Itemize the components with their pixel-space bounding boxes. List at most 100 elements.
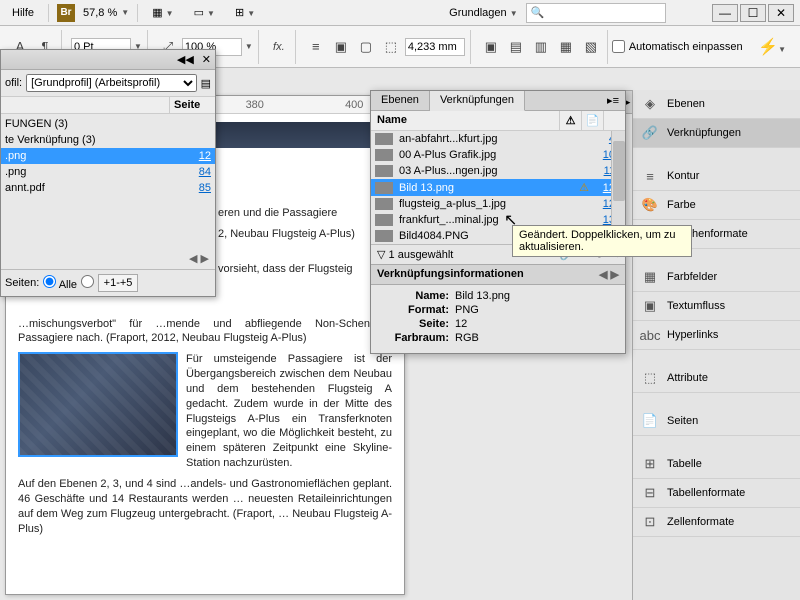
fit-icon-5[interactable]: ▧ bbox=[580, 36, 602, 58]
selected-image-frame[interactable] bbox=[18, 352, 178, 457]
profile-select[interactable]: [Grundprofil] (Arbeitsprofil) bbox=[26, 74, 196, 92]
panel-tabs: Ebenen Verknüpfungen ▸≡ bbox=[371, 91, 625, 111]
gpu-icon[interactable]: ⚡▼ bbox=[758, 37, 796, 57]
panel-label: Zellenformate bbox=[667, 516, 734, 528]
tree-row[interactable]: FUNGEN (3) bbox=[1, 116, 215, 132]
body-text: Auf den Ebenen 2, 3, und 4 sind …andels-… bbox=[18, 477, 392, 536]
sidebar-item[interactable]: abcHyperlinks bbox=[633, 321, 800, 350]
tooltip: Geändert. Doppelklicken, um zu aktualisi… bbox=[512, 225, 692, 257]
sidebar-item[interactable]: ⊞Tabelle bbox=[633, 450, 800, 479]
tree-row[interactable]: .png12 bbox=[1, 148, 215, 164]
panel-label: Tabellenformate bbox=[667, 487, 745, 499]
sidebar-item[interactable]: 📄Seiten bbox=[633, 407, 800, 436]
separator bbox=[48, 4, 49, 22]
chevron-down-icon[interactable]: ▼ bbox=[245, 42, 253, 51]
tab-links[interactable]: Verknüpfungen bbox=[430, 91, 525, 111]
sidebar-item[interactable]: ⊡ Zellenformate bbox=[633, 508, 800, 537]
separator bbox=[137, 4, 138, 22]
tree-row[interactable]: .png84 bbox=[1, 164, 215, 180]
close-icon[interactable]: ✕ bbox=[202, 53, 211, 66]
zoom-level[interactable]: 57,8 % ▼ bbox=[83, 7, 129, 19]
link-row[interactable]: 03 A-Plus...ngen.jpg11 bbox=[371, 163, 625, 179]
tab-layers[interactable]: Ebenen bbox=[371, 91, 430, 110]
help-menu[interactable]: Hilfe bbox=[6, 5, 40, 21]
sidebar-item[interactable]: ◈Ebenen bbox=[633, 90, 800, 119]
minimize-button[interactable]: — bbox=[712, 4, 738, 22]
screen-mode-icon[interactable]: ▭ ▼ bbox=[188, 4, 221, 21]
links-header: Name ⚠ 📄 bbox=[371, 111, 625, 131]
align-icon[interactable]: ≡ bbox=[305, 36, 327, 58]
panel-icon: abc bbox=[641, 327, 659, 343]
link-row[interactable]: 00 A-Plus Grafik.jpg10 bbox=[371, 147, 625, 163]
scroll-arrows[interactable]: ◀ ▶ bbox=[1, 248, 215, 269]
expand-icon[interactable]: ▽ bbox=[377, 248, 385, 261]
sidebar-item[interactable]: ⬚Attribute bbox=[633, 364, 800, 393]
fit-icon-4[interactable]: ▦ bbox=[555, 36, 577, 58]
panel-titlebar[interactable]: ◀◀ ✕ bbox=[1, 50, 215, 70]
zoom-value: 57,8 % bbox=[83, 7, 117, 19]
fit-icon-1[interactable]: ▣ bbox=[480, 36, 502, 58]
page-column[interactable]: 📄 bbox=[581, 111, 603, 130]
nav-arrows[interactable]: ◀ ▶ bbox=[599, 268, 619, 281]
link-info-header[interactable]: Verknüpfungsinformationen ◀ ▶ bbox=[371, 264, 625, 285]
tree-row[interactable]: te Verknüpfung (3) bbox=[1, 132, 215, 148]
thumbnail-icon bbox=[375, 198, 393, 210]
links-panel: Ebenen Verknüpfungen ▸≡ Name ⚠ 📄 an-abfa… bbox=[370, 90, 626, 354]
selection-count: 1 ausgewählt bbox=[389, 249, 454, 261]
range-input[interactable]: +1-+5 bbox=[98, 274, 138, 292]
thumbnail-icon bbox=[375, 133, 393, 145]
link-row[interactable]: Bild 13.png⚠12 bbox=[371, 179, 625, 196]
search-icon: 🔍 bbox=[531, 6, 545, 19]
image-frame[interactable] bbox=[206, 122, 392, 148]
sidebar-item[interactable]: ▦Farbfelder bbox=[633, 263, 800, 292]
scroll-thumb[interactable] bbox=[613, 141, 625, 201]
body-text: …mischungsverbot" für …mende und abflieg… bbox=[18, 317, 392, 347]
panel-icon: ⊡ bbox=[641, 514, 659, 530]
gear-icon[interactable]: ▤ bbox=[201, 77, 211, 90]
arrange-icon[interactable]: ⊞ ▼ bbox=[229, 4, 261, 21]
all-pages-radio[interactable]: Alle bbox=[43, 275, 77, 291]
maximize-button[interactable]: ☐ bbox=[740, 4, 766, 22]
link-row[interactable]: an-abfahrt...kfurt.jpg4 bbox=[371, 131, 625, 147]
panel-label: Farbe bbox=[667, 199, 696, 211]
collapse-icon[interactable]: ◀◀ bbox=[177, 53, 194, 66]
column-headers: Seite bbox=[1, 96, 215, 114]
panel-menu-icon[interactable]: ▸≡ bbox=[601, 91, 625, 110]
tree-row[interactable]: annt.pdf85 bbox=[1, 180, 215, 196]
pages-label: Seiten: bbox=[5, 277, 39, 289]
search-input[interactable]: 🔍 bbox=[526, 3, 666, 23]
wrap2-icon[interactable]: ▢ bbox=[355, 36, 377, 58]
panel-label: Verknüpfungen bbox=[667, 127, 741, 139]
body-text: eren und die Passagiere bbox=[218, 206, 392, 221]
sidebar-item[interactable]: ▣Textumfluss bbox=[633, 292, 800, 321]
close-button[interactable]: ✕ bbox=[768, 4, 794, 22]
panel-icon: 📄 bbox=[641, 413, 659, 429]
panel-footer: Seiten: Alle +1-+5 bbox=[1, 269, 215, 296]
bridge-icon[interactable]: Br bbox=[57, 4, 75, 22]
fx-icon[interactable]: fx. bbox=[268, 36, 290, 58]
profile-label: ofil: bbox=[5, 77, 22, 89]
preflight-panel: ◀◀✕ ofil: [Grundprofil] (Arbeitsprofil) … bbox=[0, 49, 216, 297]
status-column[interactable]: ⚠ bbox=[559, 111, 581, 130]
sidebar-item[interactable]: 🔗Verknüpfungen bbox=[633, 119, 800, 148]
name-column[interactable]: Name bbox=[371, 111, 559, 130]
sidebar-item[interactable]: ⊟Tabellenformate bbox=[633, 479, 800, 508]
fit-icon-3[interactable]: ▥ bbox=[530, 36, 552, 58]
sidebar-item[interactable]: ≡Kontur bbox=[633, 162, 800, 191]
panel-label: Kontur bbox=[667, 170, 699, 182]
panel-icon: ◈ bbox=[641, 96, 659, 112]
warning-icon: ⚠ bbox=[575, 181, 593, 194]
workspace-switcher[interactable]: Grundlagen ▼ bbox=[449, 7, 517, 19]
wrap-icon[interactable]: ▣ bbox=[330, 36, 352, 58]
auto-fit-checkbox[interactable]: Automatisch einpassen bbox=[612, 40, 743, 53]
link-row[interactable]: flugsteig_a-plus_1.jpg12 bbox=[371, 196, 625, 212]
page-column-header[interactable]: Seite bbox=[169, 97, 215, 113]
sidebar-item[interactable]: 🎨Farbe bbox=[633, 191, 800, 220]
view-options-icon[interactable]: ▦ ▼ bbox=[146, 4, 179, 21]
range-radio[interactable] bbox=[81, 275, 94, 291]
body-text: 2, Neubau Flugsteig A-Plus) bbox=[218, 227, 392, 242]
corner-icon[interactable]: ⬚ bbox=[380, 36, 402, 58]
corner-value-input[interactable] bbox=[405, 38, 465, 56]
error-tree[interactable]: FUNGEN (3) te Verknüpfung (3) .png12 .pn… bbox=[1, 114, 215, 198]
fit-icon-2[interactable]: ▤ bbox=[505, 36, 527, 58]
